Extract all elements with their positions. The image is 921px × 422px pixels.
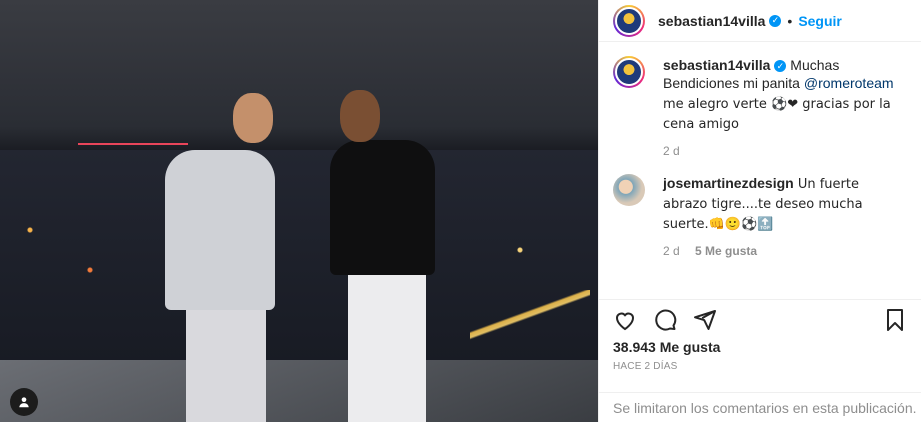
bridge xyxy=(78,143,188,161)
string-lights xyxy=(470,290,590,350)
comment-time[interactable]: 2 d xyxy=(663,244,680,258)
avatar-image xyxy=(615,6,643,35)
post-sidebar: sebastian14villa ✓ • Seguir sebastian14v… xyxy=(598,0,921,422)
post-header: sebastian14villa ✓ • Seguir xyxy=(599,0,921,42)
person-right-legs xyxy=(348,270,426,422)
commenter-avatar[interactable] xyxy=(613,174,645,206)
share-icon[interactable] xyxy=(693,308,717,332)
comment-likes[interactable]: 5 Me gusta xyxy=(695,244,757,258)
post-stats: 38.943 Me gusta HACE 2 DÍAS xyxy=(599,339,921,372)
mention-link[interactable]: @romeroteam xyxy=(804,75,894,91)
person-right-head xyxy=(340,90,380,142)
person-left-head xyxy=(233,93,273,143)
comments-limited-notice: Se limitaron los comentarios en esta pub… xyxy=(599,392,921,422)
separator-dot: • xyxy=(787,12,793,29)
heart-icon[interactable] xyxy=(613,308,637,332)
person-left-legs xyxy=(186,305,266,422)
action-bar xyxy=(599,299,921,339)
caption-text-post: me alegro verte ⚽❤ gracias por la cena a… xyxy=(663,97,891,132)
caption-time[interactable]: 2 d xyxy=(663,144,680,158)
header-username[interactable]: sebastian14villa xyxy=(658,13,765,29)
bookmark-icon[interactable] xyxy=(883,308,907,332)
terrace-railing xyxy=(0,360,598,422)
follow-button[interactable]: Seguir xyxy=(798,13,842,29)
verified-badge-icon: ✓ xyxy=(774,60,787,72)
comment-icon[interactable] xyxy=(653,308,677,332)
person-left xyxy=(165,150,275,310)
post-photo[interactable] xyxy=(0,0,598,422)
list-item: josemartinezdesign Un fuerte abrazo tigr… xyxy=(613,174,907,258)
likes-count[interactable]: 38.943 Me gusta xyxy=(613,339,907,355)
avatar[interactable] xyxy=(613,4,645,37)
caption-username[interactable]: sebastian14villa xyxy=(663,57,770,73)
comments-list[interactable]: sebastian14villa ✓ Muchas Bendiciones mi … xyxy=(599,42,921,299)
caption-avatar[interactable] xyxy=(613,56,645,88)
tagged-user-icon[interactable] xyxy=(10,388,38,416)
avatar-image xyxy=(615,58,643,86)
comment-username[interactable]: josemartinezdesign xyxy=(663,175,794,191)
caption: sebastian14villa ✓ Muchas Bendiciones mi … xyxy=(613,56,907,158)
person-right xyxy=(330,140,435,275)
instagram-post: sebastian14villa ✓ • Seguir sebastian14v… xyxy=(0,0,921,422)
verified-badge-icon: ✓ xyxy=(769,14,782,27)
post-time[interactable]: HACE 2 DÍAS xyxy=(613,361,907,372)
